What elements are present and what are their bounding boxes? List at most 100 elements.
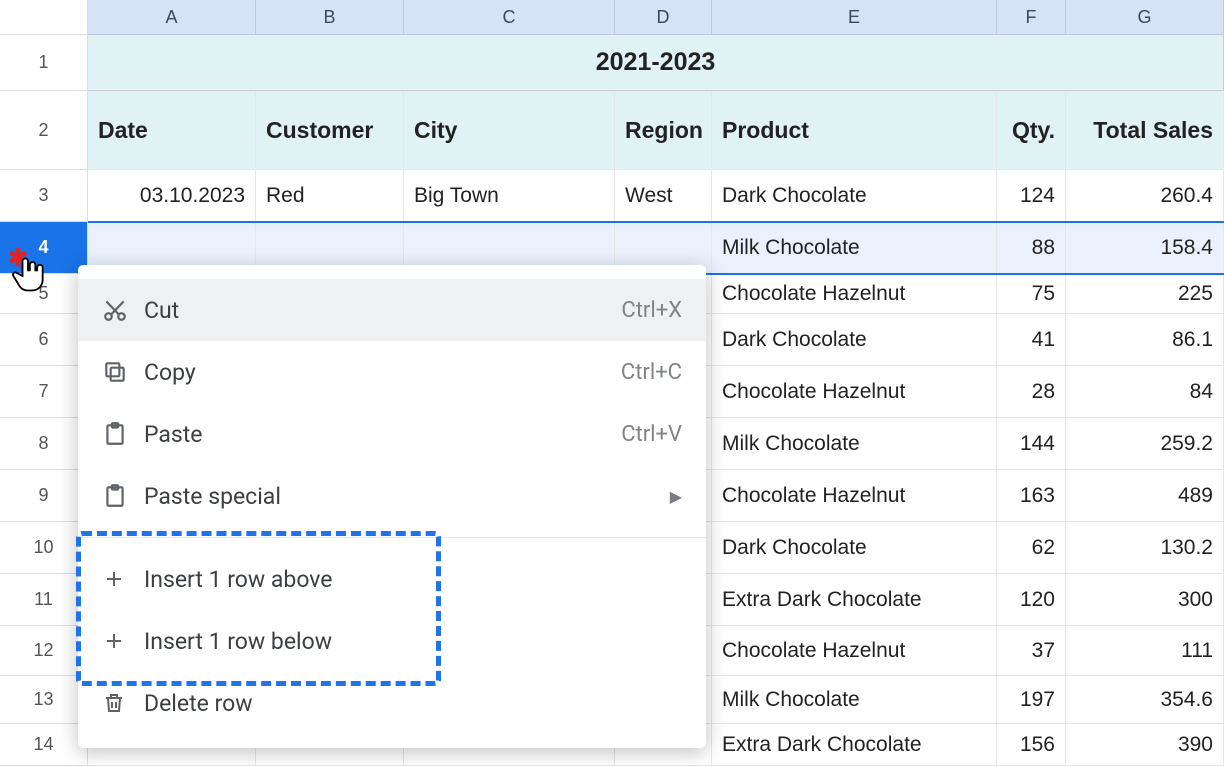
ctx-separator <box>78 537 706 538</box>
row-header-1[interactable]: 1 <box>0 35 88 91</box>
row-header-5[interactable]: 5 <box>0 274 88 314</box>
header-qty[interactable]: Qty. <box>997 91 1066 170</box>
cell-F6[interactable]: 41 <box>997 314 1066 366</box>
cell-A3[interactable]: 03.10.2023 <box>88 170 256 222</box>
cell-G9[interactable]: 489 <box>1066 470 1224 522</box>
ctx-insert-below-label: Insert 1 row below <box>144 628 682 655</box>
cell-E14[interactable]: Extra Dark Chocolate <box>712 724 997 766</box>
cell-B3[interactable]: Red <box>256 170 404 222</box>
cell-F8[interactable]: 144 <box>997 418 1066 470</box>
cell-E8[interactable]: Milk Chocolate <box>712 418 997 470</box>
cell-E9[interactable]: Chocolate Hazelnut <box>712 470 997 522</box>
cell-F14[interactable]: 156 <box>997 724 1066 766</box>
cell-G3[interactable]: 260.4 <box>1066 170 1224 222</box>
row-header-9[interactable]: 9 <box>0 470 88 522</box>
row-header-14[interactable]: 14 <box>0 724 88 766</box>
cut-icon <box>102 297 144 323</box>
cell-G8[interactable]: 259.2 <box>1066 418 1224 470</box>
row-header-7[interactable]: 7 <box>0 366 88 418</box>
cell-F7[interactable]: 28 <box>997 366 1066 418</box>
column-header-C[interactable]: C <box>404 0 615 35</box>
row-header-4[interactable]: 4 <box>0 222 88 274</box>
column-header-row: A B C D E F G <box>0 0 1224 35</box>
paste-special-icon <box>102 483 144 509</box>
column-header-F[interactable]: F <box>997 0 1066 35</box>
ctx-cut-shortcut: Ctrl+X <box>621 298 682 323</box>
header-product[interactable]: Product <box>712 91 997 170</box>
header-city[interactable]: City <box>404 91 615 170</box>
cell-F10[interactable]: 62 <box>997 522 1066 574</box>
row-header-10[interactable]: 10 <box>0 522 88 574</box>
column-header-G[interactable]: G <box>1066 0 1224 35</box>
row-header-13[interactable]: 13 <box>0 676 88 724</box>
ctx-paste-special-label: Paste special <box>144 483 670 510</box>
ctx-delete-row[interactable]: Delete row <box>78 672 706 734</box>
row-header-12[interactable]: 12 <box>0 626 88 676</box>
cell-F3[interactable]: 124 <box>997 170 1066 222</box>
ctx-cut-label: Cut <box>144 297 621 324</box>
copy-icon <box>102 359 144 385</box>
header-date[interactable]: Date <box>88 91 256 170</box>
cell-F4[interactable]: 88 <box>997 222 1066 274</box>
cell-E11[interactable]: Extra Dark Chocolate <box>712 574 997 626</box>
row-1: 1 2021-2023 <box>0 35 1224 91</box>
column-header-E[interactable]: E <box>712 0 997 35</box>
column-header-A[interactable]: A <box>88 0 256 35</box>
cell-E7[interactable]: Chocolate Hazelnut <box>712 366 997 418</box>
header-region[interactable]: Region <box>615 91 712 170</box>
header-total[interactable]: Total Sales <box>1066 91 1224 170</box>
cell-G12[interactable]: 111 <box>1066 626 1224 676</box>
row-header-2[interactable]: 2 <box>0 91 88 170</box>
cell-E10[interactable]: Dark Chocolate <box>712 522 997 574</box>
cell-E3[interactable]: Dark Chocolate <box>712 170 997 222</box>
paste-icon <box>102 421 144 447</box>
cell-E6[interactable]: Dark Chocolate <box>712 314 997 366</box>
cell-G6[interactable]: 86.1 <box>1066 314 1224 366</box>
column-header-B[interactable]: B <box>256 0 404 35</box>
row-3: 3 03.10.2023 Red Big Town West Dark Choc… <box>0 170 1224 222</box>
cell-F12[interactable]: 37 <box>997 626 1066 676</box>
cell-G11[interactable]: 300 <box>1066 574 1224 626</box>
ctx-insert-row-above[interactable]: Insert 1 row above <box>78 548 706 610</box>
plus-icon <box>102 629 144 653</box>
trash-icon <box>102 691 144 715</box>
cell-G5[interactable]: 225 <box>1066 274 1224 314</box>
row-header-3[interactable]: 3 <box>0 170 88 222</box>
cell-G7[interactable]: 84 <box>1066 366 1224 418</box>
cell-E13[interactable]: Milk Chocolate <box>712 676 997 724</box>
select-all-corner[interactable] <box>0 0 88 35</box>
row-header-6[interactable]: 6 <box>0 314 88 366</box>
header-customer[interactable]: Customer <box>256 91 404 170</box>
row-2: 2 Date Customer City Region Product Qty.… <box>0 91 1224 170</box>
ctx-copy-shortcut: Ctrl+C <box>621 360 682 385</box>
cell-G13[interactable]: 354.6 <box>1066 676 1224 724</box>
cell-G14[interactable]: 390 <box>1066 724 1224 766</box>
cell-F13[interactable]: 197 <box>997 676 1066 724</box>
cell-E12[interactable]: Chocolate Hazelnut <box>712 626 997 676</box>
cell-D3[interactable]: West <box>615 170 712 222</box>
ctx-delete-row-label: Delete row <box>144 690 682 717</box>
ctx-paste-shortcut: Ctrl+V <box>621 422 682 447</box>
title-cell[interactable]: 2021-2023 <box>88 35 1224 91</box>
cell-F11[interactable]: 120 <box>997 574 1066 626</box>
cell-C3[interactable]: Big Town <box>404 170 615 222</box>
ctx-cut[interactable]: Cut Ctrl+X <box>78 279 706 341</box>
ctx-paste[interactable]: Paste Ctrl+V <box>78 403 706 465</box>
cell-F5[interactable]: 75 <box>997 274 1066 314</box>
cell-E4[interactable]: Milk Chocolate <box>712 222 997 274</box>
column-header-D[interactable]: D <box>615 0 712 35</box>
ctx-copy[interactable]: Copy Ctrl+C <box>78 341 706 403</box>
ctx-copy-label: Copy <box>144 359 621 386</box>
plus-icon <box>102 567 144 591</box>
row-header-11[interactable]: 11 <box>0 574 88 626</box>
cell-G4[interactable]: 158.4 <box>1066 222 1224 274</box>
cell-E5[interactable]: Chocolate Hazelnut <box>712 274 997 314</box>
submenu-arrow-icon: ▶ <box>670 487 682 506</box>
ctx-insert-row-below[interactable]: Insert 1 row below <box>78 610 706 672</box>
ctx-paste-special[interactable]: Paste special ▶ <box>78 465 706 527</box>
row-header-8[interactable]: 8 <box>0 418 88 470</box>
ctx-paste-label: Paste <box>144 421 621 448</box>
cell-G10[interactable]: 130.2 <box>1066 522 1224 574</box>
ctx-insert-above-label: Insert 1 row above <box>144 566 682 593</box>
cell-F9[interactable]: 163 <box>997 470 1066 522</box>
